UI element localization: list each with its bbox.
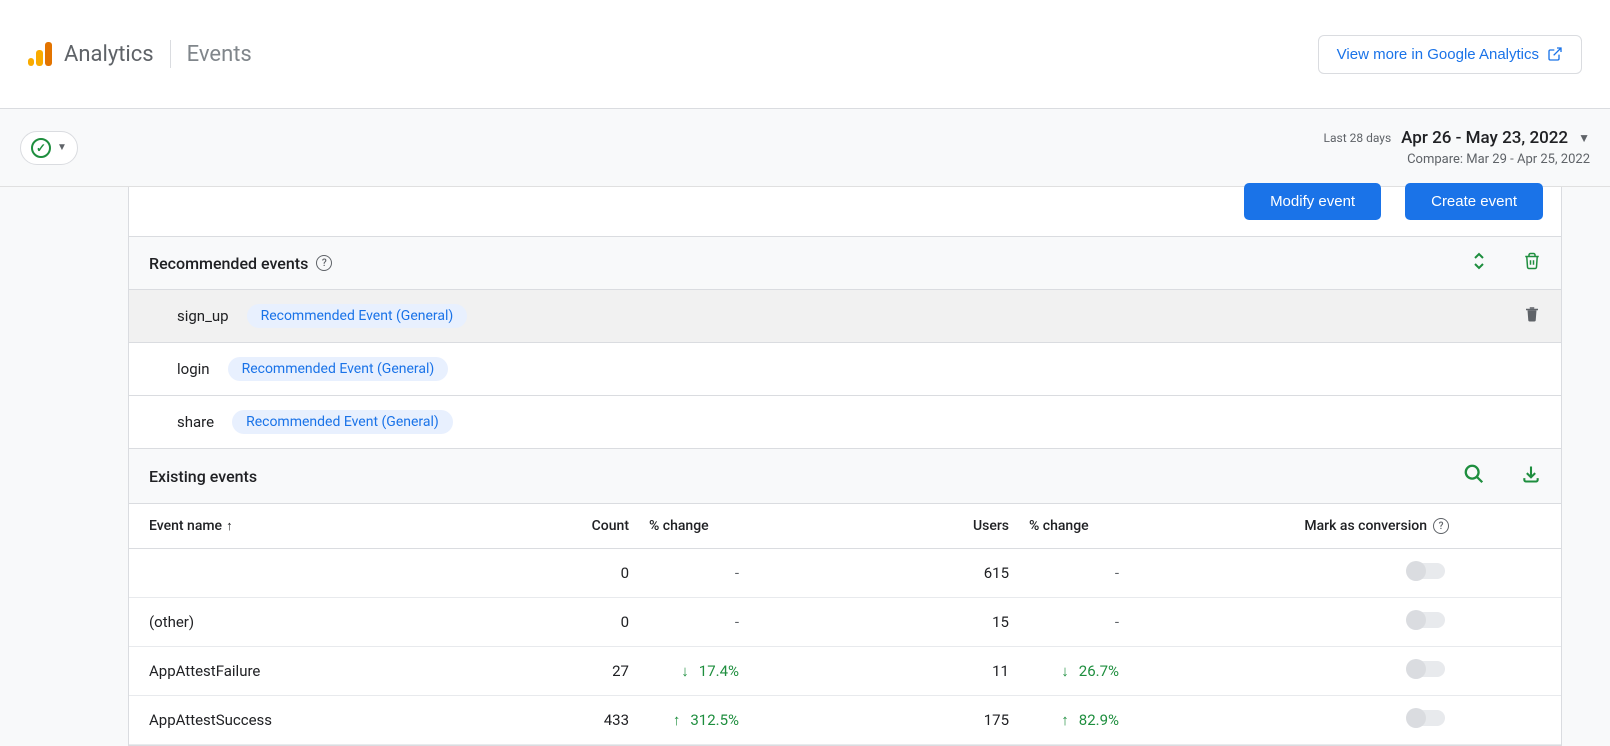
cell-change-users: ↑82.9% [1009, 711, 1129, 729]
cell-conversion-toggle [1129, 661, 1541, 681]
col-change-users[interactable]: % change [1009, 518, 1129, 534]
col-count[interactable]: Count [489, 518, 629, 534]
arrow-up-icon: ↑ [1061, 711, 1069, 729]
cell-count: 0 [489, 613, 629, 631]
toggle-switch[interactable] [1407, 710, 1445, 726]
brand-title: Analytics [64, 42, 154, 67]
cell-conversion-toggle [1129, 612, 1541, 632]
existing-events-header: Existing events [129, 449, 1561, 504]
rec-chip: Recommended Event (General) [232, 410, 453, 434]
date-range-picker[interactable]: Last 28 days Apr 26 - May 23, 2022 ▼ Com… [1324, 128, 1590, 167]
cell-count: 433 [489, 711, 629, 729]
cell-change: ↓17.4% [629, 662, 749, 680]
rec-chip: Recommended Event (General) [228, 357, 449, 381]
expand-collapse-icon[interactable] [1471, 252, 1487, 274]
existing-title: Existing events [149, 467, 257, 486]
cell-change: - [629, 564, 749, 582]
chevron-down-icon: ▼ [1578, 131, 1590, 145]
search-icon[interactable] [1463, 463, 1485, 489]
delete-icon[interactable] [1523, 304, 1541, 328]
brand-block: Analytics Events [28, 40, 252, 68]
cell-conversion-toggle [1129, 563, 1541, 583]
table-row[interactable]: 0-615- [129, 549, 1561, 598]
modify-event-button[interactable]: Modify event [1244, 183, 1381, 220]
download-icon[interactable] [1521, 464, 1541, 488]
analytics-logo-icon [28, 42, 52, 66]
cell-users: 15 [749, 613, 1009, 631]
create-event-button[interactable]: Create event [1405, 183, 1543, 220]
arrow-down-icon: ↓ [681, 662, 689, 680]
toggle-switch[interactable] [1407, 563, 1445, 579]
rec-event-name: sign_up [177, 307, 229, 325]
recommended-row[interactable]: login Recommended Event (General) [129, 343, 1561, 396]
help-icon[interactable]: ? [1433, 518, 1449, 534]
date-range-label: Last 28 days [1324, 131, 1392, 145]
rec-event-name: login [177, 360, 210, 378]
col-event-name[interactable]: Event name ↑ [149, 518, 489, 534]
recommended-events-header: Recommended events ? [129, 237, 1561, 290]
cell-users: 11 [749, 662, 1009, 680]
table-row[interactable]: AppAttestSuccess433↑312.5%175↑82.9% [129, 696, 1561, 745]
date-compare-label: Compare: Mar 29 - Apr 25, 2022 [1324, 152, 1590, 167]
arrow-down-icon: ↓ [1061, 662, 1069, 680]
cell-count: 0 [489, 564, 629, 582]
date-range-value: Apr 26 - May 23, 2022 [1401, 128, 1568, 148]
view-more-button[interactable]: View more in Google Analytics [1318, 35, 1582, 74]
table-row[interactable]: AppAttestFailure27↓17.4%11↓26.7% [129, 647, 1561, 696]
cell-change: - [629, 613, 749, 631]
table-header-row: Event name ↑ Count % change Users % chan… [129, 504, 1561, 549]
view-more-label: View more in Google Analytics [1337, 46, 1539, 63]
status-filter-pill[interactable]: ✓ ▼ [20, 131, 78, 165]
events-panel: Modify event Create event Recommended ev… [128, 187, 1562, 746]
rec-event-name: share [177, 413, 214, 431]
cell-change-users: - [1009, 564, 1129, 582]
arrow-up-icon: ↑ [673, 711, 681, 729]
open-in-new-icon [1547, 46, 1563, 62]
recommended-row[interactable]: share Recommended Event (General) [129, 396, 1561, 449]
cell-conversion-toggle [1129, 710, 1541, 730]
col-change[interactable]: % change [629, 518, 749, 534]
chevron-down-icon: ▼ [57, 142, 67, 153]
rec-chip: Recommended Event (General) [247, 304, 468, 328]
check-circle-icon: ✓ [31, 138, 51, 158]
secondary-bar: ✓ ▼ Last 28 days Apr 26 - May 23, 2022 ▼… [0, 109, 1610, 187]
recommended-row[interactable]: sign_up Recommended Event (General) [129, 290, 1561, 343]
action-buttons-row: Modify event Create event [129, 187, 1561, 237]
cell-change-users: - [1009, 613, 1129, 631]
cell-change-users: ↓26.7% [1009, 662, 1129, 680]
section-name: Events [187, 42, 252, 67]
top-header: Analytics Events View more in Google Ana… [0, 0, 1610, 109]
cell-event-name: (other) [149, 613, 489, 631]
cell-change: ↑312.5% [629, 711, 749, 729]
col-users[interactable]: Users [749, 518, 1009, 534]
divider [170, 40, 171, 68]
delete-all-icon[interactable] [1523, 251, 1541, 275]
toggle-switch[interactable] [1407, 612, 1445, 628]
help-icon[interactable]: ? [316, 255, 332, 271]
cell-users: 615 [749, 564, 1009, 582]
cell-count: 27 [489, 662, 629, 680]
toggle-switch[interactable] [1407, 661, 1445, 677]
recommended-title: Recommended events [149, 254, 308, 273]
sort-asc-icon: ↑ [226, 518, 233, 534]
col-conversion: Mark as conversion ? [1129, 518, 1541, 534]
cell-event-name: AppAttestSuccess [149, 711, 489, 729]
table-row[interactable]: (other)0-15- [129, 598, 1561, 647]
cell-event-name: AppAttestFailure [149, 662, 489, 680]
content-area: Modify event Create event Recommended ev… [0, 187, 1610, 746]
cell-users: 175 [749, 711, 1009, 729]
